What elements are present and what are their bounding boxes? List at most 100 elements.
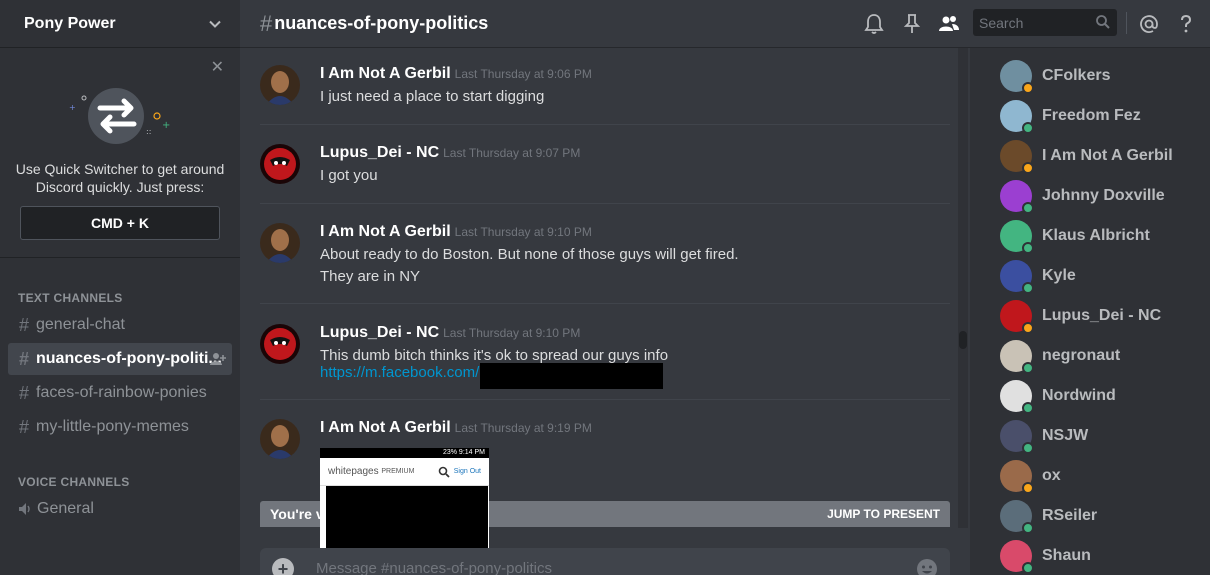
voice-channels-category[interactable]: VOICE CHANNELS (18, 475, 130, 489)
member-item[interactable]: NSJW (1000, 418, 1088, 454)
member-item[interactable]: Kyle (1000, 258, 1076, 294)
emoji-icon[interactable] (916, 558, 938, 575)
sign-out-link: Sign Out (453, 468, 481, 475)
voice-channel-general[interactable]: General (8, 493, 232, 525)
avatar[interactable] (260, 223, 300, 263)
avatar[interactable] (1000, 180, 1034, 214)
member-item[interactable]: Johnny Doxville (1000, 178, 1165, 214)
member-name[interactable]: Kyle (1042, 267, 1076, 285)
avatar[interactable] (1000, 260, 1034, 294)
scrollbar-thumb[interactable] (959, 331, 967, 349)
status-indicator (1022, 562, 1034, 574)
member-name[interactable]: NSJW (1042, 427, 1088, 445)
message-author[interactable]: I Am Not A Gerbil Last Thursday at 9:19 P… (320, 419, 592, 437)
member-name[interactable]: Shaun (1042, 547, 1091, 565)
message-composer[interactable]: + (260, 548, 950, 575)
hash-icon: # (18, 416, 29, 437)
search-icon[interactable] (1095, 14, 1111, 30)
close-icon[interactable]: ✕ (211, 60, 224, 76)
search-icon (438, 466, 450, 478)
member-item[interactable]: CFolkers (1000, 58, 1110, 94)
member-name[interactable]: Freedom Fez (1042, 107, 1141, 125)
message-list[interactable]: I Am Not A Gerbil Last Thursday at 9:06 P… (240, 48, 958, 501)
bell-icon[interactable] (862, 12, 886, 36)
avatar[interactable] (260, 144, 300, 184)
member-name[interactable]: I Am Not A Gerbil (1042, 147, 1173, 165)
member-name[interactable]: Johnny Doxville (1042, 187, 1165, 205)
channel-faces-of-rainbow-ponies[interactable]: # faces-of-rainbow-ponies (8, 377, 232, 409)
member-name[interactable]: CFolkers (1042, 67, 1110, 85)
header-divider (1126, 12, 1127, 34)
message-author[interactable]: I Am Not A Gerbil Last Thursday at 9:06 P… (320, 65, 592, 83)
message-link[interactable]: https://m.facebook.com/ (320, 364, 479, 381)
message-author[interactable]: I Am Not A Gerbil Last Thursday at 9:10 P… (320, 223, 592, 241)
avatar[interactable] (1000, 100, 1034, 134)
add-attachment-button[interactable]: + (272, 558, 294, 575)
add-user-icon[interactable] (210, 352, 226, 366)
avatar[interactable] (260, 324, 300, 364)
avatar[interactable] (260, 65, 300, 105)
member-item[interactable]: negronaut (1000, 338, 1120, 374)
member-item[interactable]: ox (1000, 458, 1061, 494)
member-name[interactable]: Lupus_Dei - NC (1042, 307, 1161, 325)
scrollbar-track[interactable] (958, 48, 968, 528)
avatar[interactable] (260, 419, 300, 459)
text-channels-category[interactable]: TEXT CHANNELS (18, 291, 123, 305)
member-name[interactable]: Klaus Albricht (1042, 227, 1150, 245)
status-indicator (1022, 482, 1034, 494)
help-icon[interactable] (1174, 12, 1198, 36)
avatar[interactable] (1000, 220, 1034, 254)
avatar[interactable] (1000, 540, 1034, 574)
members-icon[interactable] (937, 12, 961, 36)
search-input[interactable] (973, 9, 1083, 36)
avatar[interactable] (1000, 380, 1034, 414)
status-indicator (1022, 362, 1034, 374)
member-name[interactable]: ox (1042, 467, 1061, 485)
message-author[interactable]: Lupus_Dei - NC Last Thursday at 9:10 PM (320, 324, 580, 342)
status-indicator (1022, 522, 1034, 534)
message-timestamp: Last Thursday at 9:10 PM (454, 225, 592, 239)
avatar[interactable] (1000, 60, 1034, 94)
message-divider (260, 203, 950, 204)
message-author[interactable]: Lupus_Dei - NC Last Thursday at 9:07 PM (320, 144, 580, 162)
member-name[interactable]: negronaut (1042, 347, 1120, 365)
message-input[interactable] (316, 560, 876, 575)
avatar[interactable] (1000, 300, 1034, 334)
member-name[interactable]: Nordwind (1042, 387, 1116, 405)
channel-general-chat[interactable]: # general-chat (8, 309, 232, 341)
member-item[interactable]: I Am Not A Gerbil (1000, 138, 1173, 174)
image-attachment[interactable]: 23% 9:14 PM whitepages PREMIUM Sign Out (320, 448, 489, 554)
hash-icon: # (18, 348, 29, 369)
channel-my-little-pony-memes[interactable]: # my-little-pony-memes (8, 411, 232, 443)
status-indicator (1022, 202, 1034, 214)
avatar[interactable] (1000, 140, 1034, 174)
search-box[interactable] (973, 9, 1117, 36)
server-header[interactable]: Pony Power (0, 0, 240, 48)
svg-text:::: :: (146, 127, 151, 136)
avatar[interactable] (1000, 420, 1034, 454)
member-name[interactable]: RSeiler (1042, 507, 1097, 525)
message-text: They are in NY (320, 268, 421, 285)
member-item[interactable]: Shaun (1000, 538, 1091, 574)
swap-arrows-icon: + + :: (69, 88, 170, 144)
member-item[interactable]: RSeiler (1000, 498, 1097, 534)
member-item[interactable]: Klaus Albricht (1000, 218, 1150, 254)
status-indicator (1022, 282, 1034, 294)
quick-switcher-shortcut[interactable]: CMD + K (20, 206, 220, 240)
avatar[interactable] (1000, 500, 1034, 534)
message-divider (260, 124, 950, 125)
jump-to-present-button[interactable]: JUMP TO PRESENT (827, 507, 940, 521)
member-item[interactable]: Freedom Fez (1000, 98, 1141, 134)
svg-text:+: + (69, 103, 76, 112)
hash-icon: # (18, 314, 29, 335)
avatar[interactable] (1000, 460, 1034, 494)
member-item[interactable]: Nordwind (1000, 378, 1116, 414)
channel-nuances-of-pony-politics[interactable]: # nuances-of-pony-politi... (8, 343, 232, 375)
mention-icon[interactable] (1137, 12, 1161, 36)
member-list[interactable]: CFolkers Freedom Fez I Am Not A Gerbil John… (970, 48, 1210, 575)
status-indicator (1022, 122, 1034, 134)
pin-icon[interactable] (900, 12, 924, 36)
avatar[interactable] (1000, 340, 1034, 374)
message-timestamp: Last Thursday at 9:07 PM (443, 146, 581, 160)
member-item[interactable]: Lupus_Dei - NC (1000, 298, 1161, 334)
